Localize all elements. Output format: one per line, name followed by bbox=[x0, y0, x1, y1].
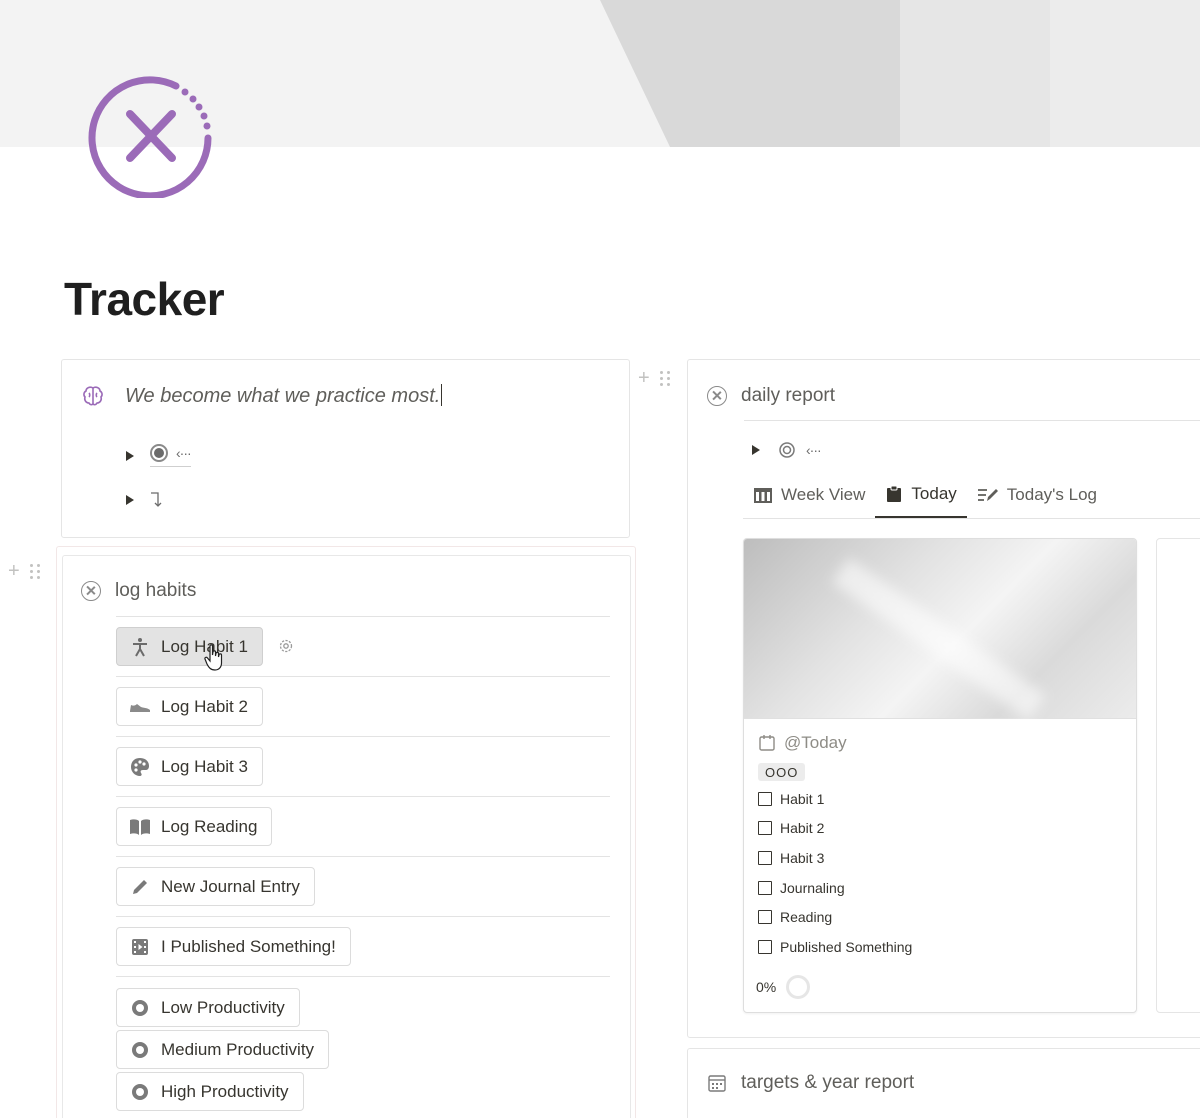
button-label: Log Reading bbox=[161, 816, 258, 836]
add-block-icon[interactable]: + bbox=[8, 560, 20, 583]
progress-text: 0% bbox=[756, 979, 777, 995]
daily-report-header[interactable]: daily report bbox=[707, 385, 835, 407]
pencil-icon bbox=[129, 876, 151, 898]
tab-todays-log[interactable]: Today's Log bbox=[967, 476, 1107, 518]
toggle-arrow-icon[interactable] bbox=[752, 445, 760, 455]
drag-handle-icon[interactable] bbox=[29, 564, 41, 579]
next-card[interactable] bbox=[1156, 538, 1200, 1013]
toggle-row-2[interactable] bbox=[126, 490, 168, 510]
clipboard-icon bbox=[887, 485, 902, 502]
tab-label: Today's Log bbox=[1006, 485, 1097, 504]
view-tabs: Week View Today Today's Log bbox=[743, 476, 1107, 518]
palette-icon bbox=[129, 756, 151, 778]
progress-ring bbox=[786, 975, 811, 999]
targets-header[interactable]: targets & year report bbox=[707, 1072, 914, 1094]
date-text: @Today bbox=[784, 733, 847, 752]
log-habit-3-button[interactable]: Log Habit 3 bbox=[116, 747, 263, 786]
brain-icon bbox=[83, 386, 103, 406]
button-label: High Productivity bbox=[161, 1081, 289, 1101]
high-productivity-button[interactable]: High Productivity bbox=[116, 1072, 304, 1111]
log-habits-header[interactable]: log habits bbox=[81, 580, 196, 602]
new-journal-entry-button[interactable]: New Journal Entry bbox=[116, 867, 315, 906]
calendar-icon bbox=[708, 1075, 726, 1092]
calendar-grid-icon bbox=[754, 488, 772, 503]
daily-report-toggle[interactable]: ‹··· bbox=[752, 441, 822, 459]
button-label: Log Habit 3 bbox=[161, 756, 248, 776]
checklist-label: Published Something bbox=[780, 939, 913, 955]
target-icon bbox=[129, 997, 151, 1019]
card-cover-image bbox=[744, 539, 1136, 721]
checklist-item[interactable]: Published Something bbox=[758, 939, 912, 955]
calendar-icon bbox=[759, 735, 775, 751]
tab-label: Week View bbox=[781, 485, 866, 504]
published-something-button[interactable]: I Published Something! bbox=[116, 927, 351, 966]
checklist-label: Habit 1 bbox=[780, 791, 825, 807]
targets-title: targets & year report bbox=[741, 1072, 915, 1093]
log-habit-1-button[interactable]: Log Habit 1 bbox=[116, 627, 263, 666]
checklist-label: Habit 2 bbox=[780, 820, 825, 836]
checkbox[interactable] bbox=[758, 910, 772, 924]
text-caret bbox=[441, 384, 443, 406]
toggle-row-1[interactable]: ‹··· bbox=[126, 444, 192, 467]
tab-week-view[interactable]: Week View bbox=[743, 476, 875, 518]
page-title[interactable]: Tracker bbox=[64, 272, 225, 326]
toggle-arrow-icon[interactable] bbox=[126, 450, 134, 461]
quote-callout[interactable]: We become what we practice most. ‹··· bbox=[61, 359, 630, 538]
button-label: New Journal Entry bbox=[161, 876, 300, 896]
checklist-item[interactable]: Habit 3 bbox=[758, 850, 824, 866]
log-habit-2-button[interactable]: Log Habit 2 bbox=[116, 687, 263, 726]
checklist-label: Reading bbox=[780, 909, 833, 925]
checkbox[interactable] bbox=[758, 821, 772, 835]
card-date: @Today bbox=[758, 733, 847, 753]
button-label: Log Habit 2 bbox=[161, 696, 248, 716]
log-reading-button[interactable]: Log Reading bbox=[116, 807, 273, 846]
checkbox[interactable] bbox=[758, 851, 772, 865]
button-label: Medium Productivity bbox=[161, 1039, 315, 1059]
status-tag: OOO bbox=[758, 763, 806, 781]
book-icon bbox=[129, 816, 151, 838]
checklist-item[interactable]: Journaling bbox=[758, 880, 845, 896]
checklist-item[interactable]: Habit 1 bbox=[758, 791, 824, 807]
today-card[interactable]: @Today OOO Habit 1 Habit 2 Habit 3 Journ… bbox=[743, 538, 1137, 1013]
target-icon bbox=[129, 1081, 151, 1103]
return-arrow-icon bbox=[151, 492, 162, 507]
person-icon bbox=[129, 636, 151, 658]
arrow-dots-icon: ‹··· bbox=[806, 442, 822, 458]
checklist-item[interactable]: Reading bbox=[758, 909, 832, 925]
add-block-icon[interactable]: + bbox=[638, 367, 650, 390]
arrow-dots-icon: ‹··· bbox=[176, 445, 192, 461]
shoe-icon bbox=[129, 696, 151, 718]
tab-label: Today bbox=[911, 484, 957, 503]
toggle-arrow-icon[interactable] bbox=[126, 495, 134, 505]
low-productivity-button[interactable]: Low Productivity bbox=[116, 988, 300, 1027]
medium-productivity-button[interactable]: Medium Productivity bbox=[116, 1030, 330, 1069]
edit-list-icon bbox=[977, 489, 998, 501]
x-circle-icon bbox=[707, 386, 727, 406]
radio-circle-icon bbox=[150, 444, 168, 462]
drag-handle-icon[interactable] bbox=[659, 371, 671, 386]
x-circle-icon bbox=[81, 581, 101, 601]
log-habits-title: log habits bbox=[115, 580, 197, 601]
button-label: Low Productivity bbox=[161, 997, 285, 1017]
checkbox[interactable] bbox=[758, 792, 772, 806]
checklist-label: Journaling bbox=[780, 880, 845, 896]
gear-icon[interactable] bbox=[277, 637, 295, 655]
checkbox[interactable] bbox=[758, 881, 772, 895]
block-handle[interactable]: + bbox=[8, 560, 41, 583]
x-circle-page-icon[interactable] bbox=[88, 74, 212, 198]
block-handle[interactable]: + bbox=[638, 367, 671, 390]
target-icon bbox=[129, 1039, 151, 1061]
quote-text: We become what we practice most. bbox=[125, 385, 441, 407]
tab-today[interactable]: Today bbox=[875, 476, 967, 518]
checklist-item[interactable]: Habit 2 bbox=[758, 820, 824, 836]
progress-indicator: 0% bbox=[756, 975, 811, 999]
daily-report-title: daily report bbox=[741, 385, 835, 406]
target-outline-icon bbox=[779, 442, 795, 458]
hand-cursor-icon bbox=[204, 644, 223, 671]
button-label: I Published Something! bbox=[161, 936, 336, 956]
checklist-label: Habit 3 bbox=[780, 850, 825, 866]
film-icon bbox=[129, 936, 151, 958]
checkbox[interactable] bbox=[758, 940, 772, 954]
